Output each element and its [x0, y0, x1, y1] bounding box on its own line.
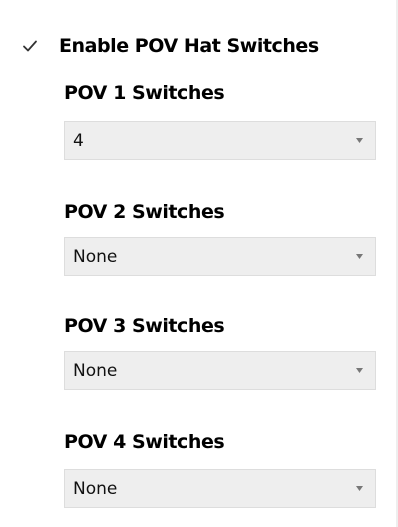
enable-pov-row[interactable]: Enable POV Hat Switches — [22, 31, 319, 61]
pov-4-label: POV 4 Switches — [64, 431, 225, 453]
pov-settings-panel: Enable POV Hat Switches POV 1 Switches 4… — [0, 0, 398, 527]
pov-2-label: POV 2 Switches — [64, 201, 225, 223]
pov-2-value: None — [73, 247, 118, 267]
pov-2-dropdown[interactable]: None — [64, 237, 376, 276]
pov-3-value: None — [73, 361, 118, 381]
chevron-down-icon — [356, 486, 363, 491]
checkmark-icon — [23, 40, 37, 52]
pov-1-dropdown[interactable]: 4 — [64, 121, 376, 160]
pov-4-value: None — [73, 479, 118, 499]
pov-4-dropdown[interactable]: None — [64, 469, 376, 508]
chevron-down-icon — [356, 254, 363, 259]
enable-pov-checkbox[interactable] — [22, 38, 38, 54]
chevron-down-icon — [356, 368, 363, 373]
pov-3-dropdown[interactable]: None — [64, 351, 376, 390]
chevron-down-icon — [356, 138, 363, 143]
pov-3-label: POV 3 Switches — [64, 315, 225, 337]
pov-1-label: POV 1 Switches — [64, 82, 225, 104]
enable-pov-label: Enable POV Hat Switches — [59, 35, 319, 57]
pov-1-value: 4 — [73, 131, 84, 151]
